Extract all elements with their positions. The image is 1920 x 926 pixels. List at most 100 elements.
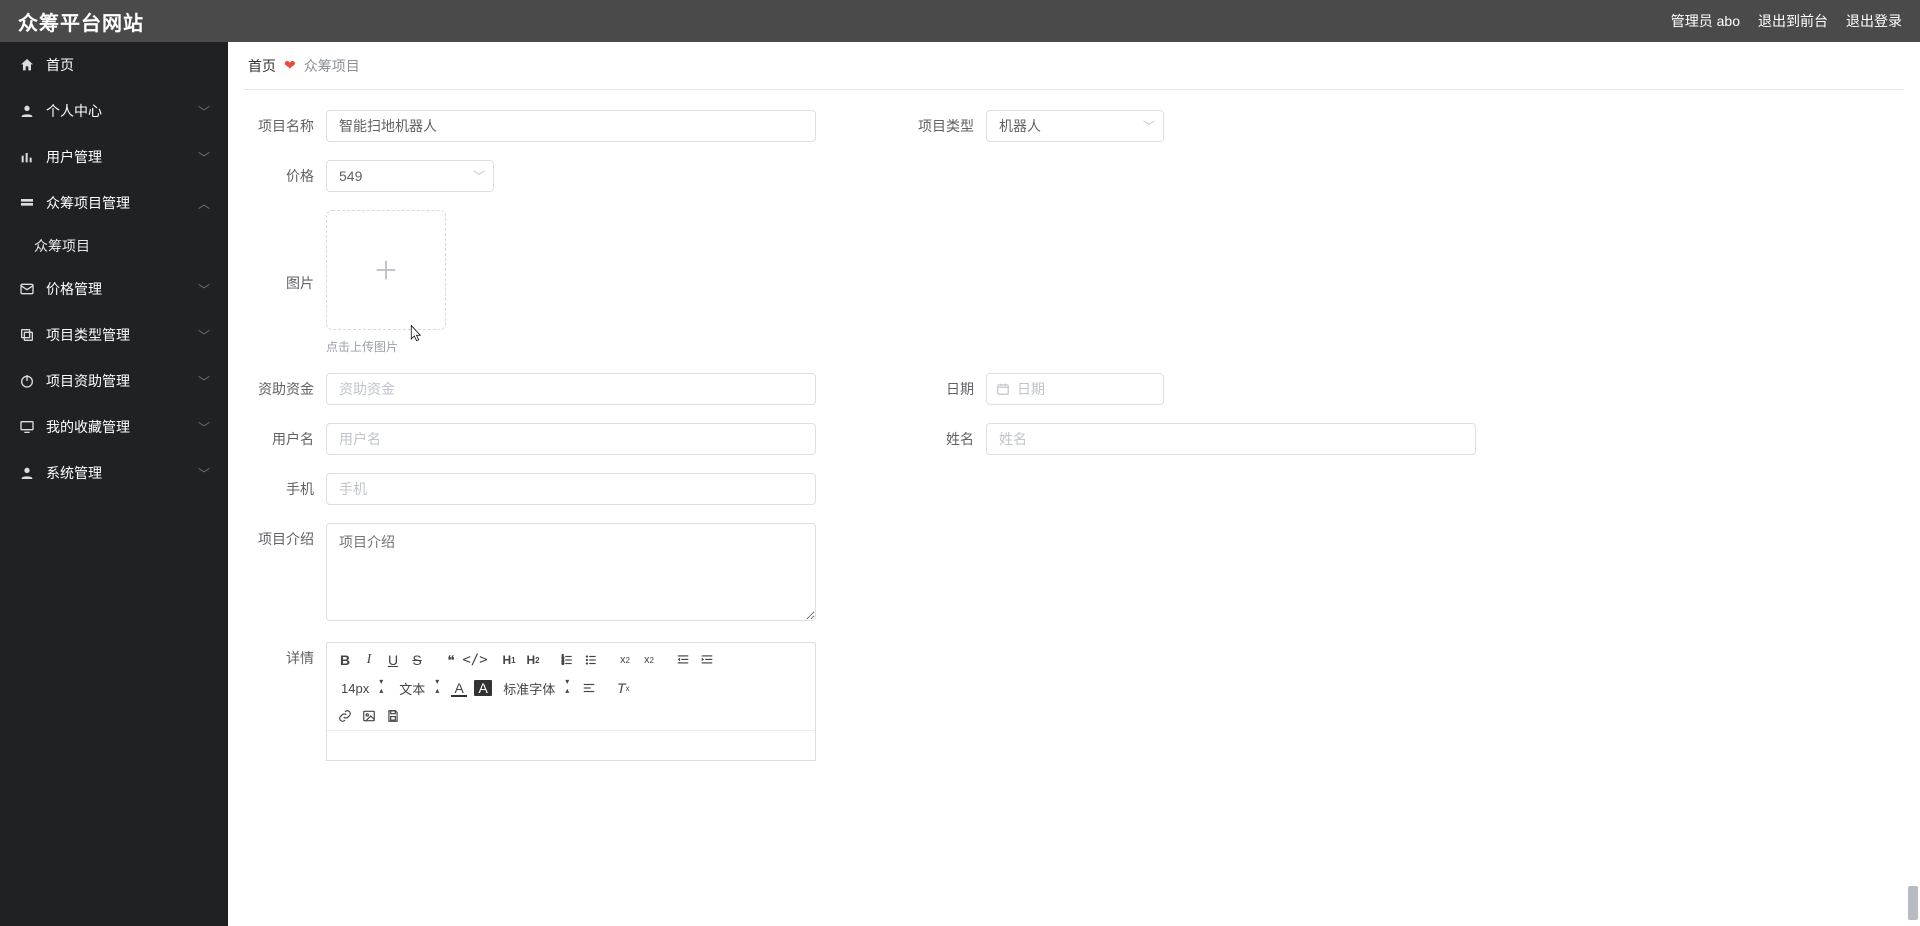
logout-button[interactable]: 退出登录 bbox=[1846, 11, 1902, 31]
sidebar-item-label: 用户管理 bbox=[46, 147, 198, 167]
bg-color-button[interactable]: A bbox=[472, 677, 494, 699]
breadcrumb: 首页 ❤ 众筹项目 bbox=[244, 42, 1904, 90]
sidebar-item-project-type[interactable]: 项目类型管理 ﹀ bbox=[0, 312, 228, 358]
select-caret-icon: ▾▴ bbox=[379, 677, 383, 695]
label-phone: 手机 bbox=[244, 473, 326, 505]
editor-content[interactable] bbox=[327, 730, 815, 760]
sidebar-item-profile[interactable]: 个人中心 ﹀ bbox=[0, 88, 228, 134]
bold-button[interactable]: B bbox=[334, 649, 356, 671]
date-input[interactable] bbox=[986, 373, 1164, 405]
outdent-button[interactable] bbox=[672, 649, 694, 671]
intro-textarea[interactable] bbox=[326, 523, 816, 621]
italic-button[interactable]: I bbox=[358, 649, 380, 671]
sidebar-item-label: 众筹项目管理 bbox=[46, 193, 198, 213]
chevron-up-icon: ︿ bbox=[198, 195, 210, 212]
project-type-select[interactable]: 机器人 ﹀ bbox=[986, 110, 1164, 142]
sidebar-sub-crowdfunding-projects[interactable]: 众筹项目 bbox=[0, 226, 228, 266]
sidebar-item-label: 项目类型管理 bbox=[46, 325, 198, 345]
align-button[interactable] bbox=[578, 677, 600, 699]
fund-input[interactable] bbox=[326, 373, 816, 405]
richtext-editor: B I U S ❝ </> H1 H2 bbox=[326, 642, 816, 761]
underline-button[interactable]: U bbox=[382, 649, 404, 671]
sidebar-item-label: 项目资助管理 bbox=[46, 371, 198, 391]
scrollbar-thumb[interactable] bbox=[1908, 886, 1918, 920]
chevron-down-icon: ﹀ bbox=[198, 281, 210, 298]
label-fund: 资助资金 bbox=[244, 373, 326, 405]
label-project-name: 项目名称 bbox=[244, 110, 326, 142]
chevron-down-icon: ﹀ bbox=[473, 168, 485, 185]
username-input[interactable] bbox=[326, 423, 816, 455]
breadcrumb-home[interactable]: 首页 bbox=[248, 56, 276, 76]
sidebar-item-home[interactable]: 首页 bbox=[0, 42, 228, 88]
project-type-value: 机器人 bbox=[999, 116, 1041, 136]
user-icon bbox=[18, 465, 36, 481]
sidebar-item-crowdfunding[interactable]: 众筹项目管理 ︿ bbox=[0, 180, 228, 226]
chevron-down-icon: ﹀ bbox=[198, 327, 210, 344]
copy-icon bbox=[18, 327, 36, 343]
unordered-list-button[interactable] bbox=[580, 649, 602, 671]
code-button[interactable]: </> bbox=[464, 649, 486, 671]
chevron-down-icon: ﹀ bbox=[1143, 118, 1155, 135]
heart-icon: ❤ bbox=[284, 57, 296, 74]
chevron-down-icon: ﹀ bbox=[198, 419, 210, 436]
sidebar-item-funding[interactable]: 项目资助管理 ﹀ bbox=[0, 358, 228, 404]
image-button[interactable] bbox=[358, 705, 380, 727]
sidebar-item-users[interactable]: 用户管理 ﹀ bbox=[0, 134, 228, 180]
main-content: 首页 ❤ 众筹项目 项目名称 项目类型 机器人 ﹀ bbox=[228, 42, 1920, 926]
phone-input[interactable] bbox=[326, 473, 816, 505]
h2-button[interactable]: H2 bbox=[522, 649, 544, 671]
superscript-button[interactable]: x2 bbox=[638, 649, 660, 671]
indent-button[interactable] bbox=[696, 649, 718, 671]
power-icon bbox=[18, 373, 36, 389]
chevron-down-icon: ﹀ bbox=[198, 465, 210, 482]
sidebar: 首页 个人中心 ﹀ 用户管理 ﹀ 众筹项目管理 ︿ 众筹项目 bbox=[0, 42, 228, 926]
sidebar-item-system[interactable]: 系统管理 ﹀ bbox=[0, 450, 228, 496]
label-project-type: 项目类型 bbox=[904, 110, 986, 142]
text-color-button[interactable]: A bbox=[448, 677, 470, 699]
price-select[interactable]: 549 ﹀ bbox=[326, 160, 494, 192]
project-name-input[interactable] bbox=[326, 110, 816, 142]
sidebar-item-label: 系统管理 bbox=[46, 463, 198, 483]
sidebar-item-label: 个人中心 bbox=[46, 101, 198, 121]
quote-button[interactable]: ❝ bbox=[440, 649, 462, 671]
chevron-down-icon: ﹀ bbox=[198, 103, 210, 120]
select-caret-icon: ▾▴ bbox=[565, 677, 569, 695]
ordered-list-button[interactable]: 123 bbox=[556, 649, 578, 671]
scrollbar[interactable] bbox=[1904, 42, 1920, 926]
admin-label[interactable]: 管理员 abo bbox=[1671, 11, 1740, 31]
clear-format-button[interactable]: Tx bbox=[612, 677, 634, 699]
strike-button[interactable]: S bbox=[406, 649, 428, 671]
label-price: 价格 bbox=[244, 160, 326, 192]
to-front-button[interactable]: 退出到前台 bbox=[1758, 11, 1828, 31]
mail-icon bbox=[18, 281, 36, 297]
home-icon bbox=[18, 57, 36, 73]
link-button[interactable] bbox=[334, 705, 356, 727]
top-bar: 众筹平台网站 管理员 abo 退出到前台 退出登录 bbox=[0, 0, 1920, 42]
sidebar-item-price[interactable]: 价格管理 ﹀ bbox=[0, 266, 228, 312]
editor-toolbar: B I U S ❝ </> H1 H2 bbox=[327, 643, 815, 730]
person-icon bbox=[18, 103, 36, 119]
label-image: 图片 bbox=[244, 223, 326, 343]
price-value: 549 bbox=[339, 168, 362, 184]
plus-icon bbox=[372, 256, 400, 284]
sidebar-item-label: 价格管理 bbox=[46, 279, 198, 299]
font-size-select[interactable]: 14px ▾▴ bbox=[337, 677, 387, 699]
h1-button[interactable]: H1 bbox=[498, 649, 520, 671]
svg-text:3: 3 bbox=[562, 661, 565, 666]
brand-title: 众筹平台网站 bbox=[18, 7, 144, 36]
sidebar-item-label: 我的收藏管理 bbox=[46, 417, 198, 437]
label-date: 日期 bbox=[904, 373, 986, 405]
sidebar-item-label: 首页 bbox=[46, 55, 210, 75]
save-button[interactable] bbox=[382, 705, 404, 727]
block-type-select[interactable]: 文本 ▾▴ bbox=[395, 677, 443, 699]
chevron-down-icon: ﹀ bbox=[198, 149, 210, 166]
chevron-down-icon: ﹀ bbox=[198, 373, 210, 390]
sidebar-item-favorites[interactable]: 我的收藏管理 ﹀ bbox=[0, 404, 228, 450]
image-upload[interactable] bbox=[326, 210, 446, 330]
breadcrumb-current: 众筹项目 bbox=[304, 56, 360, 76]
monitor-icon bbox=[18, 419, 36, 435]
subscript-button[interactable]: x2 bbox=[614, 649, 636, 671]
name-input[interactable] bbox=[986, 423, 1476, 455]
font-family-select[interactable]: 标准字体 ▾▴ bbox=[499, 677, 573, 699]
select-caret-icon: ▾▴ bbox=[435, 677, 439, 695]
